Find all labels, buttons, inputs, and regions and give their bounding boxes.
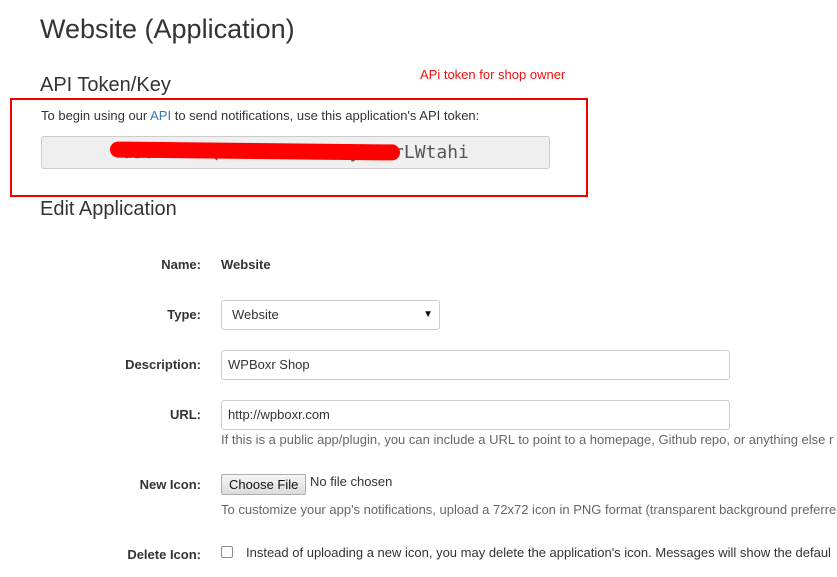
intro-text-before: To begin using our bbox=[41, 108, 151, 123]
choose-file-button[interactable]: Choose File bbox=[221, 474, 307, 495]
url-label: URL: bbox=[169, 407, 201, 422]
page-title: Website (Application) bbox=[40, 14, 295, 44]
name-value: Website bbox=[221, 257, 271, 272]
file-status-text: No file chosen bbox=[310, 474, 393, 489]
new-icon-label: New Icon: bbox=[139, 477, 201, 492]
api-token-heading: API Token/Key bbox=[40, 74, 171, 96]
edit-application-heading: Edit Application bbox=[40, 198, 177, 220]
intro-text-after: to send notifications, use this applicat… bbox=[171, 108, 480, 123]
description-label: Description: bbox=[125, 357, 201, 372]
type-selected-value: Website bbox=[232, 307, 279, 322]
type-label: Type: bbox=[167, 307, 201, 322]
type-select[interactable]: Website ▼ bbox=[221, 300, 440, 330]
icon-help-text: To customize your app's notifications, u… bbox=[221, 502, 837, 517]
name-label: Name: bbox=[161, 257, 201, 272]
url-input[interactable]: http://wpboxr.com bbox=[221, 400, 730, 430]
delete-icon-checkbox[interactable] bbox=[221, 546, 233, 558]
redaction-scribble bbox=[109, 141, 401, 161]
delete-icon-label: Delete Icon: bbox=[127, 547, 201, 562]
annotation-text: APi token for shop owner bbox=[420, 67, 566, 82]
delete-icon-description: Instead of uploading a new icon, you may… bbox=[246, 545, 831, 560]
description-input[interactable]: WPBoxr Shop bbox=[221, 350, 730, 380]
api-link[interactable]: API bbox=[150, 108, 171, 123]
dropdown-arrow-icon: ▼ bbox=[423, 309, 433, 320]
url-help-text: If this is a public app/plugin, you can … bbox=[221, 432, 834, 447]
api-token-intro: To begin using our API to send notificat… bbox=[41, 108, 479, 123]
